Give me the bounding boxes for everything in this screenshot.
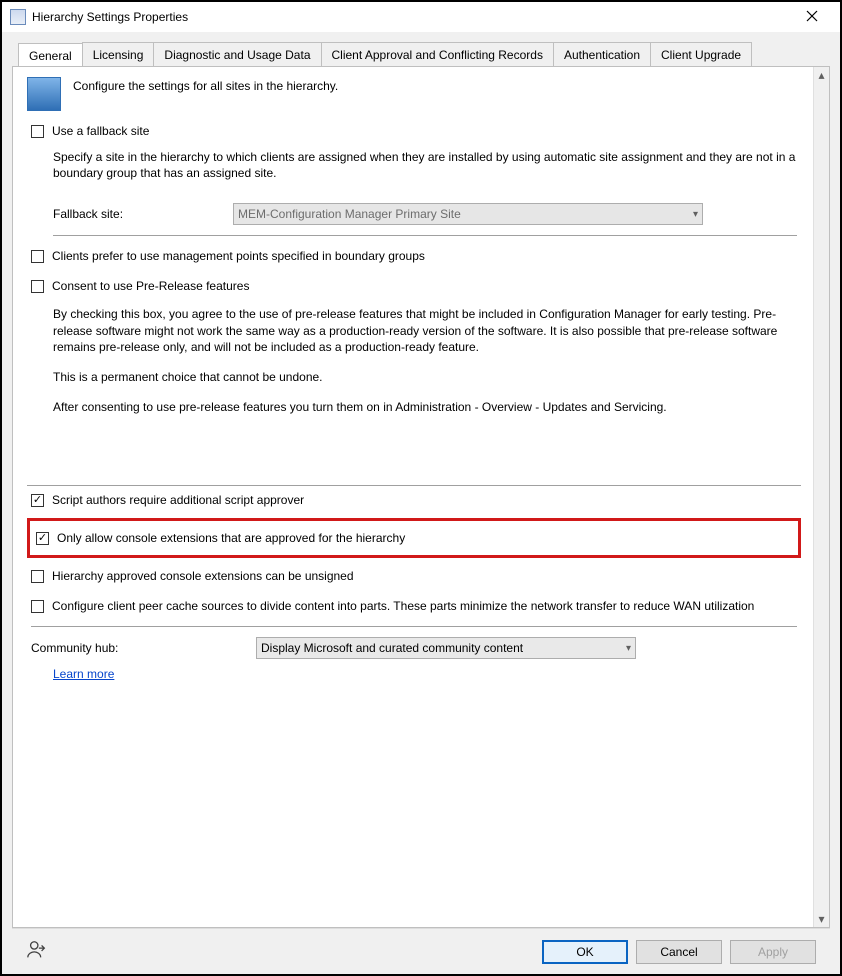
tab-diagnostic[interactable]: Diagnostic and Usage Data <box>153 42 321 66</box>
prerelease-p2: This is a permanent choice that cannot b… <box>53 369 797 385</box>
script-approver-checkbox[interactable] <box>31 494 44 507</box>
client-area: General Licensing Diagnostic and Usage D… <box>2 32 840 974</box>
ok-button[interactable]: OK <box>542 940 628 964</box>
divider <box>53 235 797 236</box>
tab-client-upgrade[interactable]: Client Upgrade <box>650 42 752 66</box>
community-hub-dropdown[interactable]: Display Microsoft and curated community … <box>256 637 636 659</box>
window-title: Hierarchy Settings Properties <box>32 10 792 24</box>
scroll-up-icon[interactable]: ▴ <box>814 67 829 83</box>
tab-licensing[interactable]: Licensing <box>82 42 155 66</box>
approved-extensions-label: Only allow console extensions that are a… <box>57 531 405 545</box>
intro-row: Configure the settings for all sites in … <box>27 77 801 111</box>
prerelease-checkbox[interactable] <box>31 280 44 293</box>
prerelease-p1: By checking this box, you agree to the u… <box>53 306 797 355</box>
approved-extensions-checkbox[interactable] <box>36 532 49 545</box>
prerelease-p3: After consenting to use pre-release feat… <box>53 399 797 415</box>
tab-strip: General Licensing Diagnostic and Usage D… <box>12 42 830 66</box>
fallback-site-field-label: Fallback site: <box>53 207 223 221</box>
fallback-site-label: Use a fallback site <box>52 124 149 138</box>
tab-client-approval[interactable]: Client Approval and Conflicting Records <box>321 42 554 66</box>
app-icon <box>10 9 26 25</box>
highlighted-option: Only allow console extensions that are a… <box>27 518 801 558</box>
tab-authentication[interactable]: Authentication <box>553 42 651 66</box>
peer-cache-label: Configure client peer cache sources to d… <box>52 599 754 613</box>
unsigned-extensions-checkbox[interactable] <box>31 570 44 583</box>
chevron-down-icon: ▾ <box>693 209 698 220</box>
cancel-button[interactable]: Cancel <box>636 940 722 964</box>
script-approver-label: Script authors require additional script… <box>52 493 304 507</box>
dialog-window: Hierarchy Settings Properties General Li… <box>0 0 842 976</box>
vertical-scrollbar[interactable]: ▴ ▾ <box>813 67 829 927</box>
close-icon <box>806 10 818 22</box>
learn-more-link[interactable]: Learn more <box>53 667 114 681</box>
boundary-groups-label: Clients prefer to use management points … <box>52 249 425 263</box>
boundary-groups-checkbox[interactable] <box>31 250 44 263</box>
fallback-site-checkbox[interactable] <box>31 125 44 138</box>
scroll-area: Configure the settings for all sites in … <box>13 67 813 927</box>
peer-cache-checkbox[interactable] <box>31 600 44 613</box>
close-button[interactable] <box>792 10 832 25</box>
divider <box>27 485 801 486</box>
chevron-down-icon: ▾ <box>626 643 631 654</box>
tab-general[interactable]: General <box>18 43 83 67</box>
divider <box>31 626 797 627</box>
scroll-down-icon[interactable]: ▾ <box>814 911 829 927</box>
unsigned-extensions-label: Hierarchy approved console extensions ca… <box>52 569 354 583</box>
intro-text: Configure the settings for all sites in … <box>73 77 338 93</box>
hierarchy-icon <box>27 77 61 111</box>
prerelease-label: Consent to use Pre-Release features <box>52 279 249 293</box>
person-icon <box>26 939 48 964</box>
community-hub-value: Display Microsoft and curated community … <box>261 641 523 655</box>
fallback-site-dropdown[interactable]: MEM-Configuration Manager Primary Site ▾ <box>233 203 703 225</box>
dialog-footer: OK Cancel Apply <box>12 928 830 974</box>
titlebar: Hierarchy Settings Properties <box>2 2 840 32</box>
fallback-desc: Specify a site in the hierarchy to which… <box>53 149 797 181</box>
apply-button: Apply <box>730 940 816 964</box>
tab-panel-general: Configure the settings for all sites in … <box>12 66 830 928</box>
fallback-site-value: MEM-Configuration Manager Primary Site <box>238 207 461 221</box>
community-hub-label: Community hub: <box>31 641 246 655</box>
